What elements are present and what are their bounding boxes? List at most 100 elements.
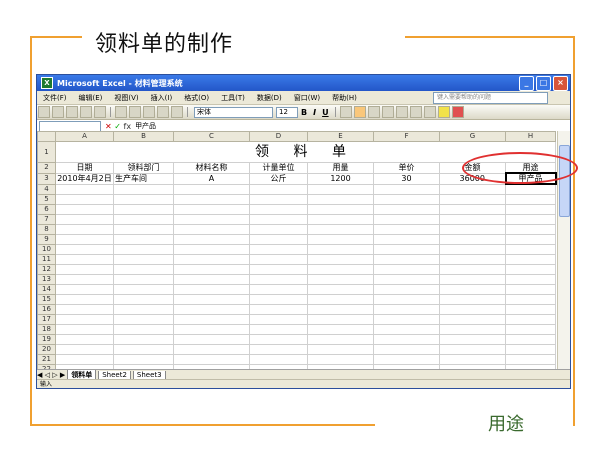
- data-cell[interactable]: 1200: [307, 172, 374, 185]
- menu-insert[interactable]: 插入(I): [145, 93, 179, 103]
- save-icon[interactable]: [66, 106, 78, 118]
- row-header[interactable]: 18: [37, 324, 56, 335]
- empty-cell[interactable]: [439, 294, 506, 305]
- row-header[interactable]: 7: [37, 214, 56, 225]
- empty-cell[interactable]: [505, 254, 556, 265]
- empty-cell[interactable]: [307, 224, 374, 235]
- empty-cell[interactable]: [113, 183, 174, 195]
- empty-cell[interactable]: [249, 204, 308, 215]
- row-header[interactable]: 19: [37, 334, 56, 345]
- empty-cell[interactable]: [173, 354, 250, 365]
- empty-cell[interactable]: [55, 254, 114, 265]
- print-icon[interactable]: [80, 106, 92, 118]
- empty-cell[interactable]: [505, 314, 556, 325]
- empty-cell[interactable]: [307, 254, 374, 265]
- empty-cell[interactable]: [173, 284, 250, 295]
- row-header[interactable]: 15: [37, 294, 56, 305]
- empty-cell[interactable]: [373, 334, 440, 345]
- window-titlebar[interactable]: X Microsoft Excel - 材料管理系统 _ □ ×: [37, 75, 570, 91]
- empty-cell[interactable]: [55, 204, 114, 215]
- empty-cell[interactable]: [249, 314, 308, 325]
- empty-cell[interactable]: [249, 214, 308, 225]
- tab-nav-arrows[interactable]: ◀ ◁ ▷ ▶: [37, 371, 65, 379]
- autosum-icon[interactable]: [143, 106, 155, 118]
- formula-input[interactable]: 甲产品: [135, 121, 156, 131]
- empty-cell[interactable]: [439, 284, 506, 295]
- empty-cell[interactable]: [373, 294, 440, 305]
- empty-cell[interactable]: [307, 274, 374, 285]
- align-right-icon[interactable]: [367, 106, 380, 118]
- header-cell[interactable]: 日期: [55, 162, 114, 174]
- empty-cell[interactable]: [373, 194, 440, 205]
- empty-cell[interactable]: [505, 194, 556, 205]
- empty-cell[interactable]: [113, 224, 174, 235]
- name-box[interactable]: [39, 120, 101, 132]
- empty-cell[interactable]: [505, 334, 556, 345]
- menu-format[interactable]: 格式(O): [178, 93, 215, 103]
- empty-cell[interactable]: [505, 304, 556, 315]
- empty-cell[interactable]: [249, 304, 308, 315]
- row-header[interactable]: 1: [37, 141, 56, 163]
- empty-cell[interactable]: [249, 324, 308, 335]
- empty-cell[interactable]: [173, 314, 250, 325]
- column-header[interactable]: D: [249, 131, 308, 142]
- empty-cell[interactable]: [249, 334, 308, 345]
- font-name-select[interactable]: 宋体: [194, 106, 273, 118]
- empty-cell[interactable]: [439, 194, 506, 205]
- column-header[interactable]: E: [307, 131, 374, 142]
- row-header[interactable]: 14: [37, 284, 56, 295]
- empty-cell[interactable]: [55, 214, 114, 225]
- empty-cell[interactable]: [439, 264, 506, 275]
- empty-cell[interactable]: [307, 234, 374, 245]
- empty-cell[interactable]: [373, 254, 440, 265]
- empty-cell[interactable]: [249, 344, 308, 355]
- row-header[interactable]: 17: [37, 314, 56, 325]
- empty-cell[interactable]: [439, 183, 506, 195]
- fx-icon[interactable]: fx: [124, 122, 132, 131]
- empty-cell[interactable]: [113, 344, 174, 355]
- empty-cell[interactable]: [173, 294, 250, 305]
- empty-cell[interactable]: [505, 274, 556, 285]
- column-header[interactable]: G: [439, 131, 506, 142]
- select-all-corner[interactable]: [37, 131, 56, 142]
- empty-cell[interactable]: [113, 254, 174, 265]
- empty-cell[interactable]: [55, 234, 114, 245]
- open-icon[interactable]: [52, 106, 64, 118]
- empty-cell[interactable]: [505, 294, 556, 305]
- empty-cell[interactable]: [113, 194, 174, 205]
- empty-cell[interactable]: [505, 354, 556, 365]
- header-cell[interactable]: 材料名称: [173, 162, 250, 174]
- empty-cell[interactable]: [439, 244, 506, 255]
- empty-cell[interactable]: [55, 324, 114, 335]
- empty-cell[interactable]: [505, 324, 556, 335]
- data-cell[interactable]: 30: [373, 172, 440, 185]
- empty-cell[interactable]: [373, 224, 440, 235]
- italic-button[interactable]: I: [310, 108, 319, 117]
- empty-cell[interactable]: [439, 334, 506, 345]
- empty-cell[interactable]: [439, 344, 506, 355]
- column-header[interactable]: B: [113, 131, 174, 142]
- empty-cell[interactable]: [439, 204, 506, 215]
- empty-cell[interactable]: [113, 294, 174, 305]
- preview-icon[interactable]: [94, 106, 106, 118]
- maximize-button[interactable]: □: [536, 76, 551, 91]
- row-header[interactable]: 3: [37, 172, 56, 185]
- enter-icon[interactable]: ✓: [114, 122, 121, 131]
- empty-cell[interactable]: [307, 194, 374, 205]
- empty-cell[interactable]: [249, 224, 308, 235]
- empty-cell[interactable]: [113, 354, 174, 365]
- empty-cell[interactable]: [249, 284, 308, 295]
- empty-cell[interactable]: [373, 274, 440, 285]
- align-center-icon[interactable]: [353, 106, 366, 118]
- header-cell[interactable]: 用量: [307, 162, 374, 174]
- empty-cell[interactable]: [173, 214, 250, 225]
- empty-cell[interactable]: [505, 344, 556, 355]
- empty-cell[interactable]: [505, 264, 556, 275]
- empty-cell[interactable]: [373, 234, 440, 245]
- empty-cell[interactable]: [307, 294, 374, 305]
- empty-cell[interactable]: [439, 214, 506, 225]
- empty-cell[interactable]: [113, 264, 174, 275]
- empty-cell[interactable]: [173, 264, 250, 275]
- menu-edit[interactable]: 编辑(E): [73, 93, 109, 103]
- menu-help[interactable]: 帮助(H): [326, 93, 363, 103]
